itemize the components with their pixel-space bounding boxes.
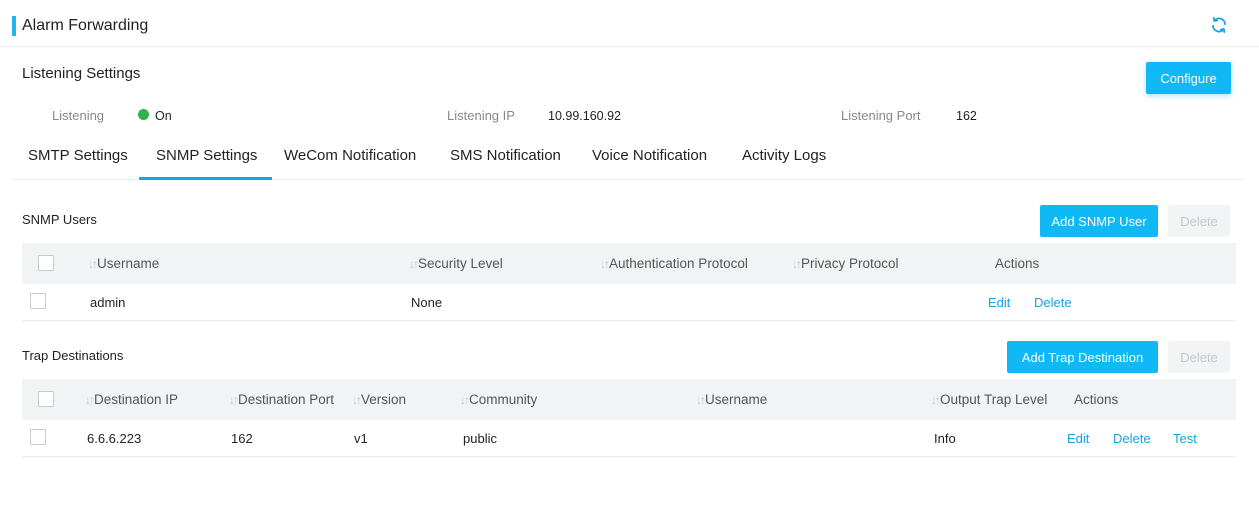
select-all-checkbox[interactable] xyxy=(38,391,54,407)
tab-snmp-settings[interactable]: SNMP Settings xyxy=(138,140,273,180)
column-header[interactable]: ↓↑Security Level xyxy=(409,255,503,273)
cell-security-level: None xyxy=(411,295,443,310)
listening-label: Listening xyxy=(52,108,105,123)
tab-wecom-notification[interactable]: WeCom Notification xyxy=(284,140,416,180)
sort-icon: ↓↑ xyxy=(85,393,95,407)
column-header[interactable]: ↓↑Version xyxy=(352,391,406,409)
select-all-checkbox[interactable] xyxy=(38,255,54,271)
delete-link[interactable]: Delete xyxy=(1113,430,1151,447)
trap-destinations-title: Trap Destinations xyxy=(22,348,124,363)
sort-icon: ↓↑ xyxy=(88,257,98,271)
cell-username: admin xyxy=(90,295,126,310)
add-snmp-user-button[interactable]: Add SNMP User xyxy=(1040,205,1158,237)
title-accent-bar xyxy=(12,16,16,36)
add-trap-destination-button[interactable]: Add Trap Destination xyxy=(1007,341,1158,373)
tab-smtp-settings[interactable]: SMTP Settings xyxy=(28,140,128,180)
listening-settings-title: Listening Settings xyxy=(22,65,141,82)
sort-icon: ↓↑ xyxy=(696,393,706,407)
listening-port-label: Listening Port xyxy=(841,108,921,123)
cell-community: public xyxy=(463,431,497,446)
row-checkbox[interactable] xyxy=(30,293,46,309)
edit-link[interactable]: Edit xyxy=(988,294,1010,311)
cell-output-trap-level: Info xyxy=(934,431,956,446)
tab-activity-logs[interactable]: Activity Logs xyxy=(742,140,826,180)
sort-icon: ↓↑ xyxy=(409,257,419,271)
delete-link[interactable]: Delete xyxy=(1034,294,1072,311)
edit-link[interactable]: Edit xyxy=(1067,430,1089,447)
listening-port-value: 162 xyxy=(956,109,977,123)
settings-tabs: SMTP Settings SNMP Settings WeCom Notifi… xyxy=(12,140,1244,180)
sort-icon: ↓↑ xyxy=(931,393,941,407)
page-header: Alarm Forwarding xyxy=(0,0,1259,47)
cell-destination-ip: 6.6.6.223 xyxy=(87,431,142,446)
column-header[interactable]: ↓↑Username xyxy=(696,391,767,409)
configure-button[interactable]: Configure xyxy=(1146,62,1231,94)
column-header[interactable]: ↓↑Username xyxy=(88,255,159,273)
column-header[interactable]: ↓↑Destination IP xyxy=(85,391,178,409)
listening-value: On xyxy=(155,109,172,123)
column-header[interactable]: ↓↑Authentication Protocol xyxy=(600,255,748,273)
snmp-users-title: SNMP Users xyxy=(22,212,97,227)
delete-trap-destination-button[interactable]: Delete xyxy=(1168,341,1230,373)
table-row: 6.6.6.223 162 v1 public Info Edit Delete… xyxy=(22,420,1236,457)
column-header[interactable]: ↓↑Output Trap Level xyxy=(931,391,1047,409)
test-link[interactable]: Test xyxy=(1173,430,1197,447)
column-header[interactable]: ↓↑Destination Port xyxy=(229,391,334,409)
cell-destination-port: 162 xyxy=(231,431,253,446)
snmp-users-table-header: ↓↑Username ↓↑Security Level ↓↑Authentica… xyxy=(22,243,1236,284)
cell-version: v1 xyxy=(354,431,368,446)
status-on-dot xyxy=(138,109,149,120)
trap-destinations-table-header: ↓↑Destination IP ↓↑Destination Port ↓↑Ve… xyxy=(22,379,1236,420)
sort-icon: ↓↑ xyxy=(600,257,610,271)
column-header[interactable]: ↓↑Community xyxy=(460,391,537,409)
sort-icon: ↓↑ xyxy=(792,257,802,271)
tab-voice-notification[interactable]: Voice Notification xyxy=(592,140,707,180)
delete-snmp-user-button[interactable]: Delete xyxy=(1168,205,1230,237)
row-checkbox[interactable] xyxy=(30,429,46,445)
sort-icon: ↓↑ xyxy=(352,393,362,407)
column-header: Actions xyxy=(995,256,1040,271)
page-title: Alarm Forwarding xyxy=(22,17,149,34)
table-row: admin None Edit Delete xyxy=(22,284,1236,321)
listening-ip-label: Listening IP xyxy=(447,108,515,123)
sort-icon: ↓↑ xyxy=(460,393,470,407)
sort-icon: ↓↑ xyxy=(229,393,239,407)
tab-sms-notification[interactable]: SMS Notification xyxy=(450,140,561,180)
column-header[interactable]: ↓↑Privacy Protocol xyxy=(792,255,899,273)
refresh-icon[interactable] xyxy=(1210,16,1228,34)
column-header: Actions xyxy=(1074,392,1119,407)
listening-ip-value: 10.99.160.92 xyxy=(548,109,621,123)
